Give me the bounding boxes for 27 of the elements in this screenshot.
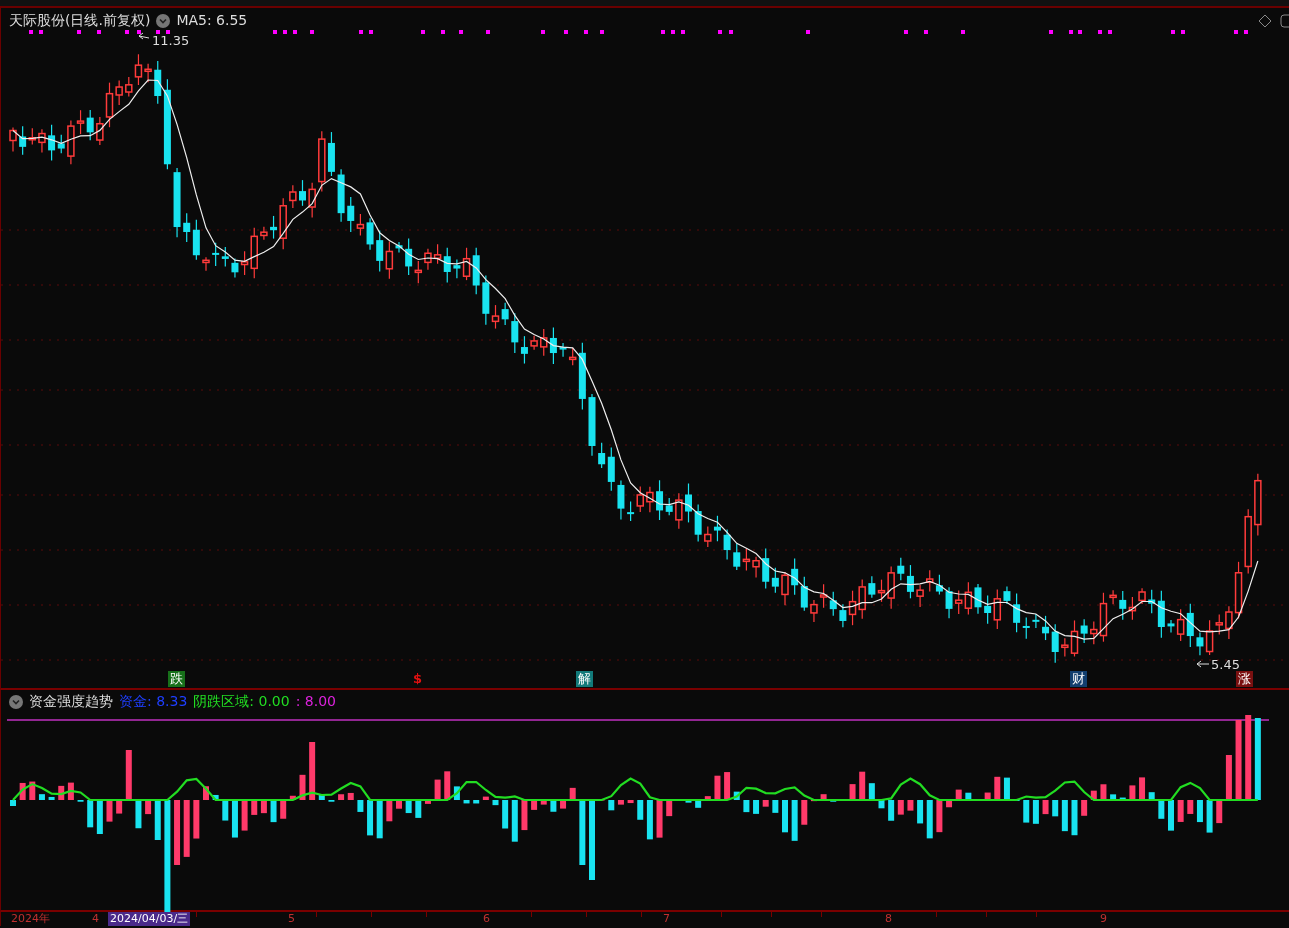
- cursor-date-label: 2024/04/03/三: [108, 912, 191, 926]
- axis-label: 8: [884, 912, 893, 926]
- event-tag: 涨: [1236, 671, 1253, 687]
- legend-value: 资金: 8.33: [119, 692, 188, 711]
- event-tag: 解: [576, 671, 593, 687]
- high-price-label: 11.35: [152, 32, 190, 50]
- event-tag: 跌: [168, 671, 185, 687]
- axis-label: 9: [1099, 912, 1108, 926]
- low-price-label: 5.45: [1211, 656, 1240, 672]
- legend-value: 阴跌区域: 0.00: [193, 692, 290, 711]
- legend-value: : 8.00: [295, 692, 337, 711]
- arrow-icon: [1196, 660, 1210, 668]
- event-symbol: $: [412, 671, 424, 687]
- axis-label: 7: [662, 912, 671, 926]
- dropdown-icon[interactable]: [156, 13, 171, 28]
- event-tag: 财: [1070, 671, 1087, 687]
- axis-label: 4: [91, 912, 100, 926]
- diamond-icon[interactable]: [1258, 14, 1272, 28]
- axis-label: 6: [482, 912, 491, 926]
- indicator-title: 资金强度趋势: [29, 692, 113, 711]
- dropdown-icon[interactable]: [9, 694, 23, 709]
- chart-title: 天际股份(日线.前复权): [9, 11, 151, 30]
- axis-label: 2024年: [10, 912, 51, 926]
- ma-value: MA5: 6.55: [176, 11, 248, 30]
- arrow-icon: [138, 32, 150, 40]
- panel-toggle-icon[interactable]: [1280, 14, 1289, 28]
- axis-label: 5: [287, 912, 296, 926]
